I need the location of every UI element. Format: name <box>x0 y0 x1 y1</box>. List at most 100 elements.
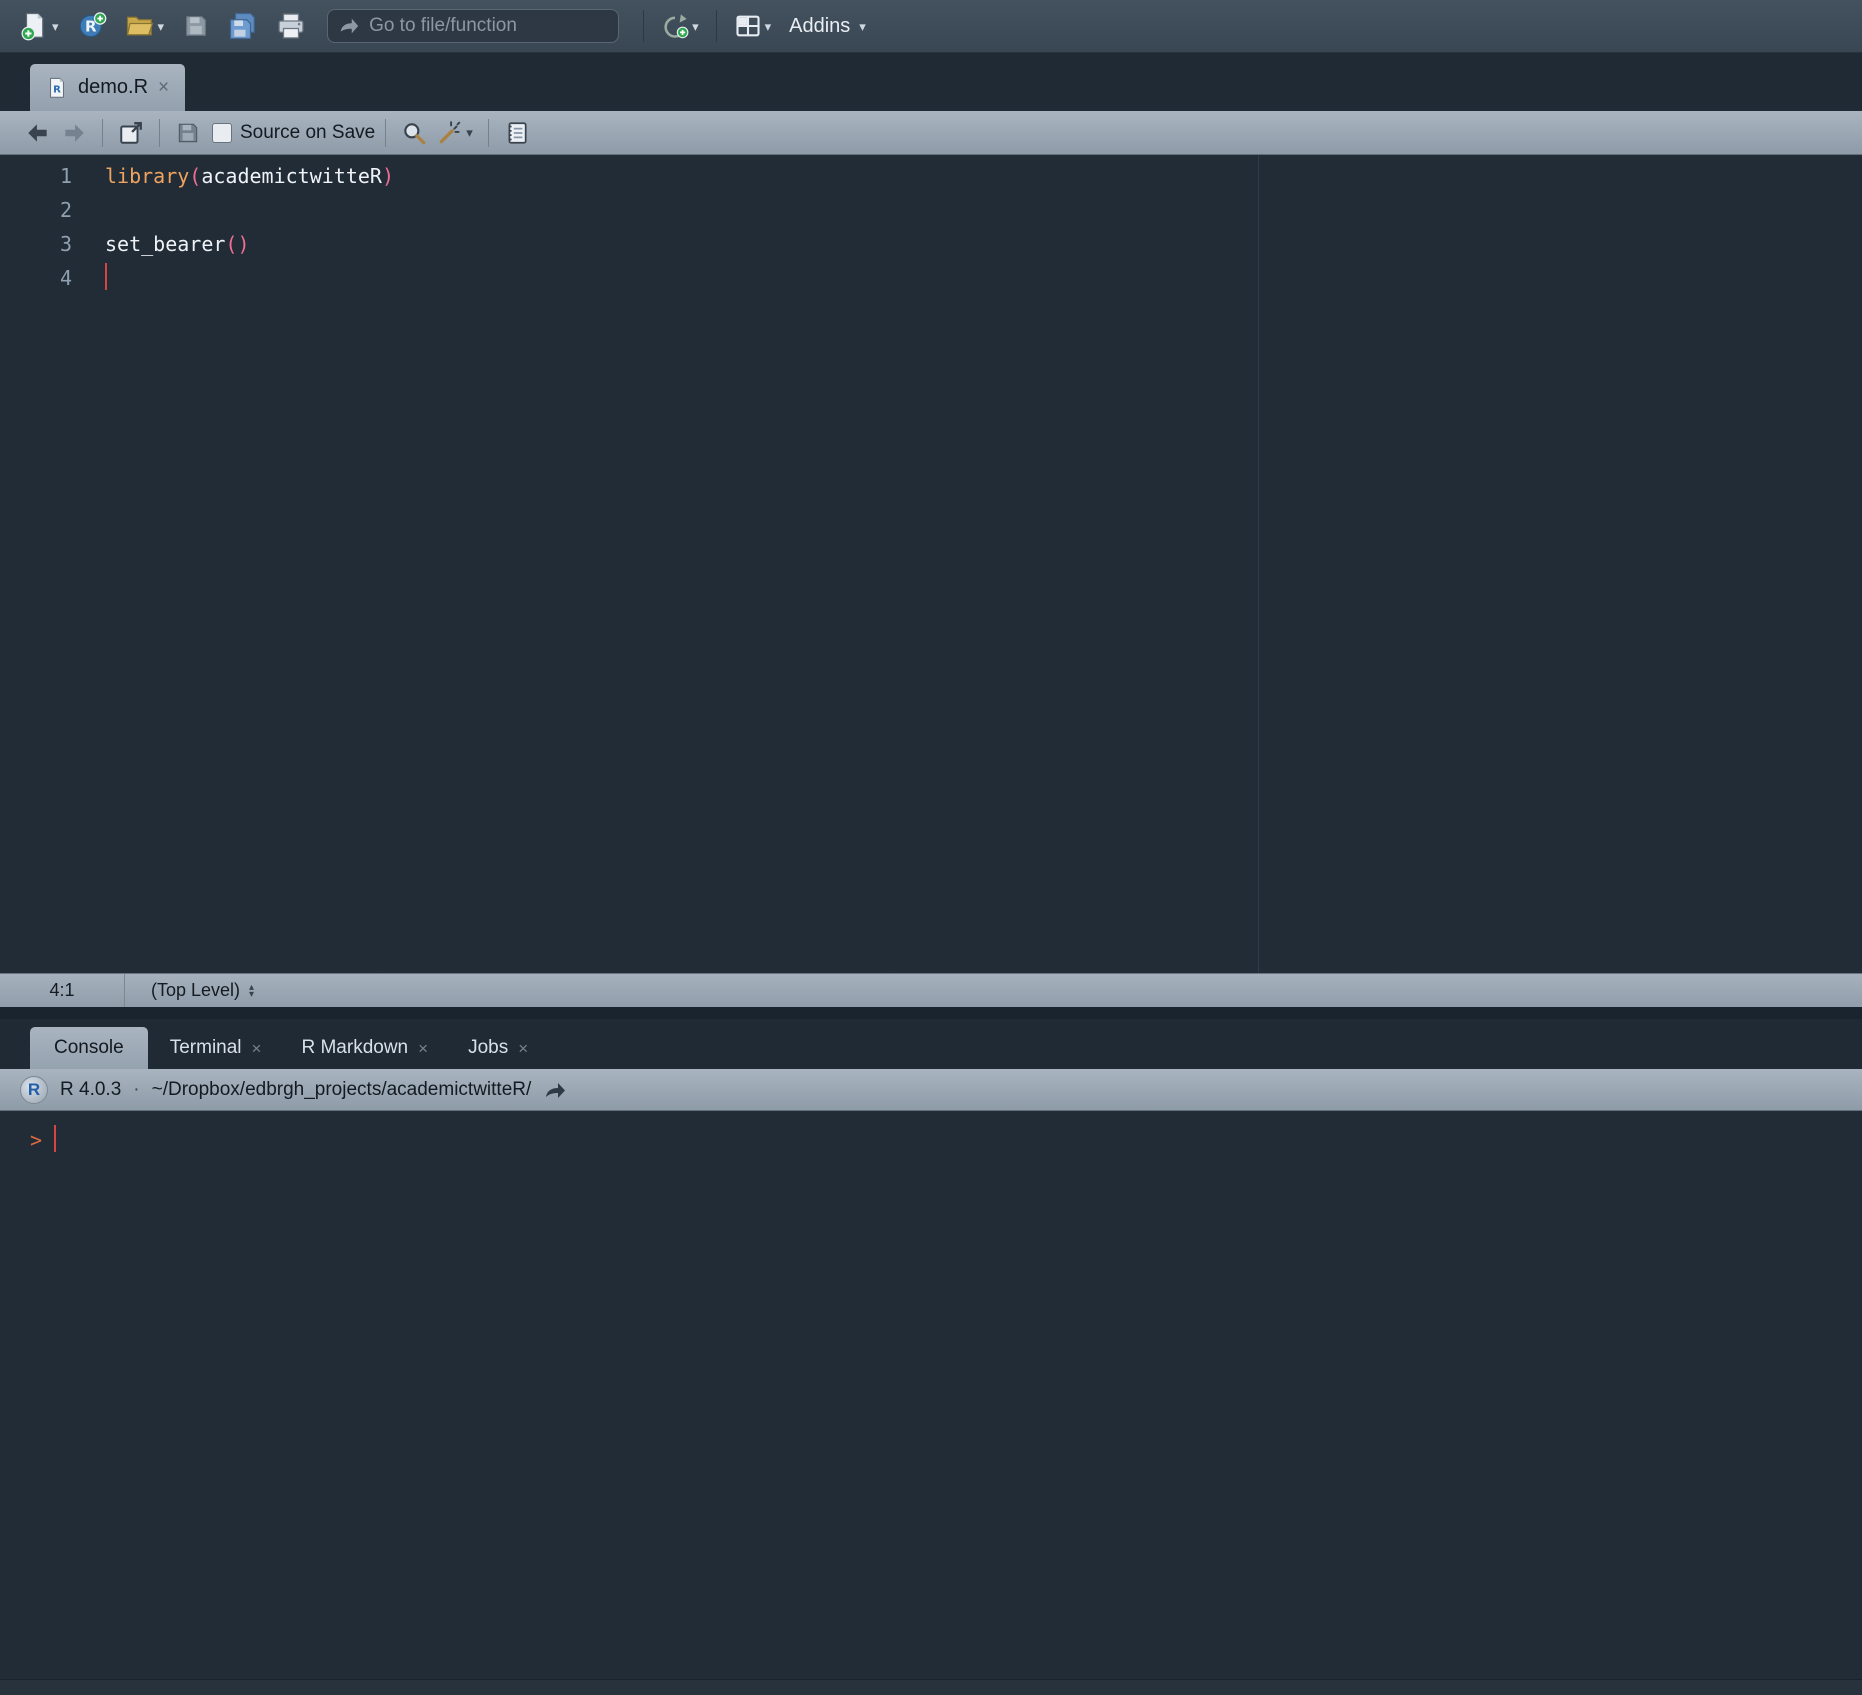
print-icon <box>276 11 306 41</box>
text-cursor <box>105 263 107 290</box>
new-file-button[interactable]: ▾ <box>14 7 64 45</box>
close-icon[interactable]: × <box>518 1040 528 1057</box>
panes-layout-button[interactable]: ▾ <box>729 8 777 44</box>
tab-jobs[interactable]: Jobs × <box>450 1027 546 1069</box>
text-cursor <box>54 1125 56 1152</box>
addins-label: Addins <box>789 15 850 38</box>
code-token: academictwitteR <box>201 164 382 188</box>
rstudio-window: ▾ R ▾ <box>0 0 1862 1695</box>
back-button[interactable] <box>20 118 56 148</box>
chevron-down-icon: ▾ <box>466 126 473 139</box>
code-text <box>72 193 105 227</box>
source-status-bar: 4:1 (Top Level) ▴▾ <box>0 973 1862 1007</box>
console-header: R R 4.0.3 · ~/Dropbox/edbrgh_projects/ac… <box>0 1069 1862 1111</box>
code-token: ) <box>382 164 394 188</box>
console-prompt: > <box>30 1128 42 1152</box>
r-logo-icon: R <box>20 1076 48 1104</box>
line-number: 3 <box>0 227 72 261</box>
source-on-save-label: Source on Save <box>240 122 375 144</box>
chevron-down-icon: ▾ <box>52 20 59 33</box>
separator-dot: · <box>133 1079 139 1101</box>
svg-text:R: R <box>53 84 61 95</box>
toolbar-divider <box>716 10 717 42</box>
window-bottom-strip <box>0 1679 1862 1695</box>
line-number: 2 <box>0 193 72 227</box>
tab-console[interactable]: Console <box>30 1027 148 1069</box>
save-source-button[interactable] <box>170 118 206 148</box>
magic-wand-icon <box>437 120 463 146</box>
code-token: library <box>105 164 189 188</box>
code-token: ( <box>189 164 201 188</box>
forward-button[interactable] <box>56 118 92 148</box>
tab-label: Console <box>54 1037 124 1059</box>
save-icon <box>175 120 201 146</box>
code-line: 3 set_bearer() <box>0 227 1862 261</box>
code-line: 1 library(academictwitteR) <box>0 159 1862 193</box>
magnifier-icon <box>401 120 427 146</box>
code-line: 4 <box>0 261 1862 295</box>
compile-report-button[interactable] <box>499 118 535 148</box>
version-control-icon <box>661 12 689 40</box>
save-all-button[interactable] <box>223 7 263 45</box>
version-control-button[interactable]: ▾ <box>656 8 704 44</box>
back-arrow-icon <box>25 120 51 146</box>
save-button[interactable] <box>177 8 215 44</box>
chevron-down-icon: ▾ <box>765 20 772 33</box>
code-text: library(academictwitteR) <box>72 159 394 193</box>
tab-label: Terminal <box>170 1037 242 1059</box>
addins-button[interactable]: Addins ▾ <box>784 11 871 42</box>
forward-arrow-icon <box>61 120 87 146</box>
tab-r-markdown[interactable]: R Markdown × <box>283 1027 446 1069</box>
save-all-icon <box>228 11 258 41</box>
working-directory: ~/Dropbox/edbrgh_projects/academictwitte… <box>152 1079 532 1101</box>
toolbar-divider <box>102 119 103 147</box>
line-number: 1 <box>0 159 72 193</box>
code-line: 2 <box>0 193 1862 227</box>
pane-splitter[interactable] <box>0 1007 1862 1019</box>
toolbar-divider <box>385 119 386 147</box>
notebook-icon <box>504 120 530 146</box>
show-in-new-window-button[interactable] <box>113 118 149 148</box>
go-to-file-input[interactable] <box>369 15 614 37</box>
print-button[interactable] <box>271 7 311 45</box>
tab-terminal[interactable]: Terminal × <box>152 1027 280 1069</box>
close-icon[interactable]: × <box>418 1040 428 1057</box>
console-tab-strip: Console Terminal × R Markdown × Jobs × <box>0 1019 1862 1069</box>
new-project-icon: R <box>77 11 107 41</box>
scope-spinner-icon: ▴▾ <box>249 984 254 998</box>
go-to-icon <box>338 15 360 37</box>
tab-demo-r[interactable]: R demo.R × <box>30 64 185 111</box>
new-project-button[interactable]: R <box>72 7 112 45</box>
line-number: 4 <box>0 261 72 295</box>
go-to-directory-icon[interactable] <box>543 1078 567 1102</box>
panes-grid-icon <box>734 12 762 40</box>
popout-window-icon <box>118 120 144 146</box>
go-to-file-search <box>327 9 619 43</box>
r-version-label: R 4.0.3 <box>60 1079 121 1101</box>
console[interactable]: > <box>0 1111 1862 1679</box>
chevron-down-icon: ▾ <box>158 20 165 33</box>
save-icon <box>182 12 210 40</box>
source-toolbar: Source on Save ▾ <box>0 111 1862 155</box>
tab-label: Jobs <box>468 1037 508 1059</box>
tab-title: demo.R <box>78 76 148 99</box>
source-on-save-checkbox[interactable] <box>212 123 232 143</box>
toolbar-divider <box>643 10 644 42</box>
code-token: set_bearer <box>105 232 225 256</box>
code-tools-button[interactable]: ▾ <box>432 118 478 148</box>
main-toolbar: ▾ R ▾ <box>0 0 1862 53</box>
scope-selector[interactable]: (Top Level) ▴▾ <box>125 974 254 1007</box>
tab-label: R Markdown <box>301 1037 408 1059</box>
code-text: set_bearer() <box>72 227 250 261</box>
chevron-down-icon: ▾ <box>692 20 699 33</box>
chevron-down-icon: ▾ <box>859 20 866 33</box>
open-file-button[interactable]: ▾ <box>120 7 170 45</box>
find-replace-button[interactable] <box>396 118 432 148</box>
close-icon[interactable]: × <box>158 78 169 97</box>
new-file-icon <box>19 11 49 41</box>
source-tab-strip: R demo.R × <box>0 53 1862 111</box>
code-text <box>72 261 107 295</box>
code-token: () <box>225 232 249 256</box>
source-editor[interactable]: 1 library(academictwitteR) 2 3 set_beare… <box>0 155 1862 973</box>
close-icon[interactable]: × <box>252 1040 262 1057</box>
